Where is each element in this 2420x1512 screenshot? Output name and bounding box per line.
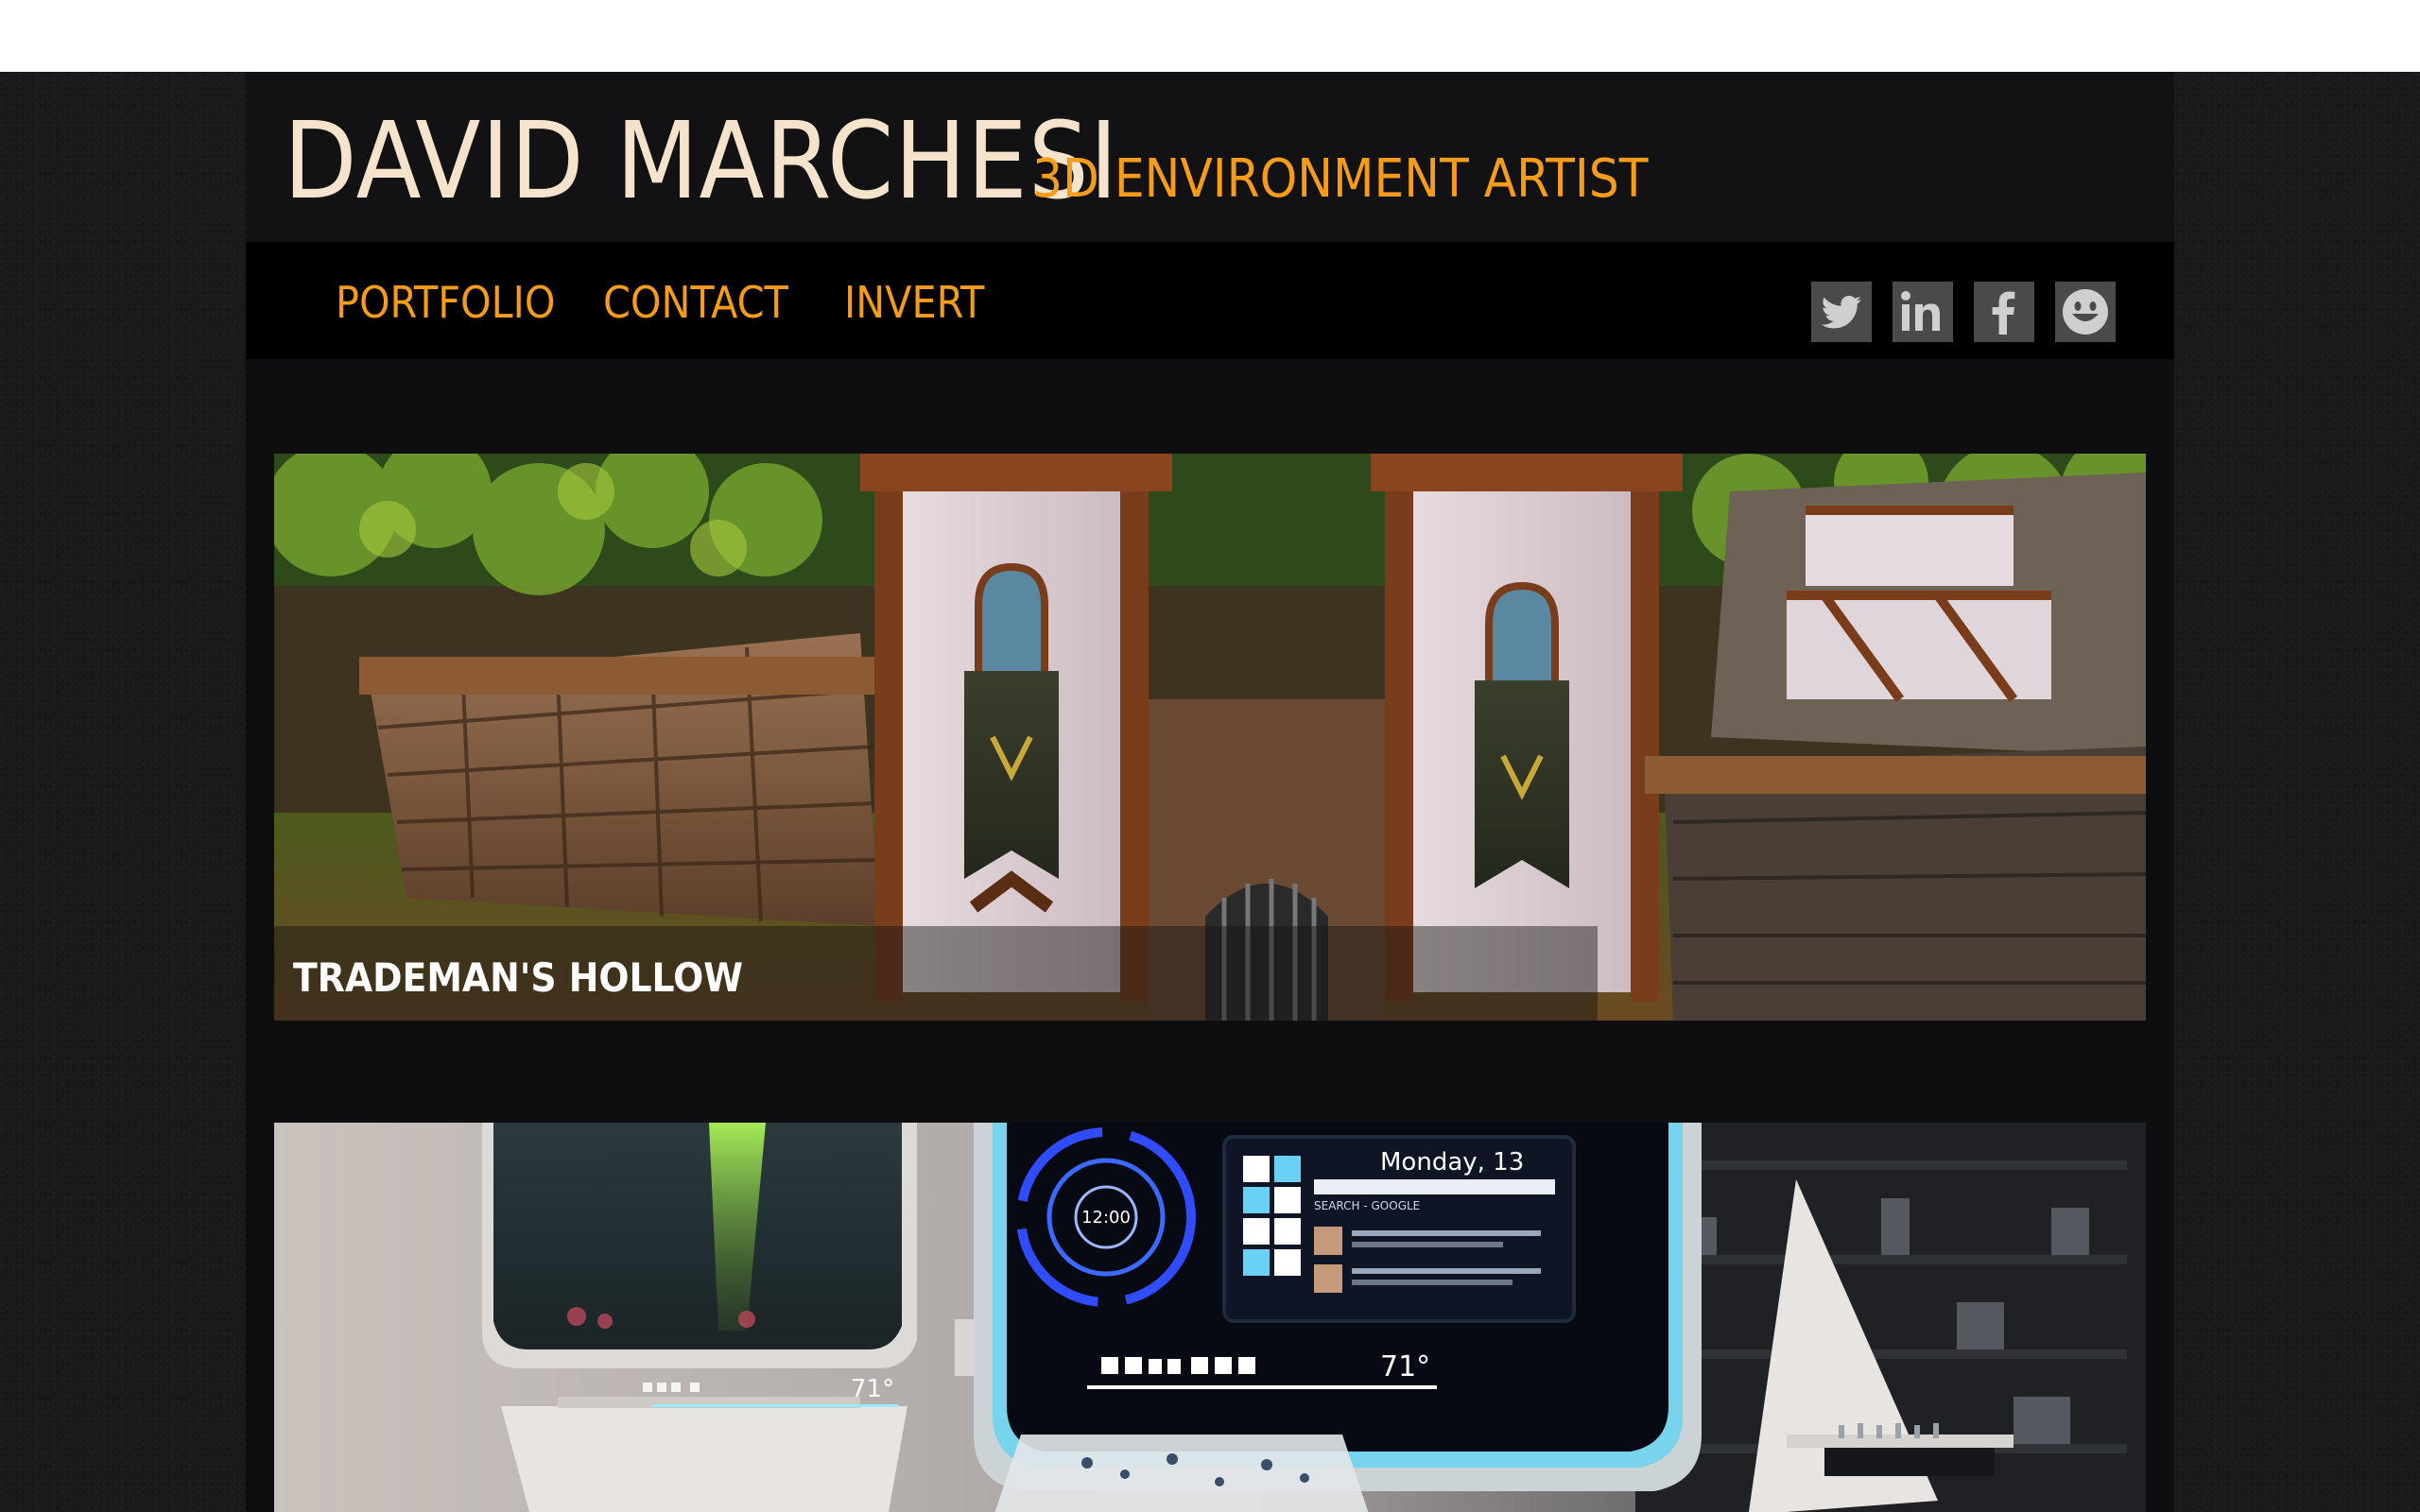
project-tile-scifi-room[interactable]: 71° 12:00 Monday, 13 SEARCH - GOOGLE 71° — [274, 1123, 2146, 1512]
site-name[interactable]: DAVID MARCHESI — [284, 109, 1118, 215]
nav-contact-link[interactable]: CONTACT — [603, 276, 788, 329]
svg-text:12:00: 12:00 — [1081, 1208, 1131, 1228]
svg-text:71°: 71° — [1380, 1350, 1430, 1383]
facebook-icon[interactable] — [1974, 282, 2034, 342]
project-tile-tradesmans-hollow[interactable]: TRADEMAN'S HOLLOW — [274, 454, 2146, 1021]
nav-portfolio-link[interactable]: PORTFOLIO — [336, 276, 555, 329]
svg-text:Monday, 13: Monday, 13 — [1380, 1148, 1524, 1177]
linkedin-icon[interactable] — [1893, 282, 1953, 342]
site-tagline: 3D ENVIRONMENT ARTIST — [1032, 148, 1649, 210]
svg-text:71°: 71° — [851, 1375, 894, 1403]
site-header: DAVID MARCHESI 3D ENVIRONMENT ARTIST — [246, 72, 2174, 242]
project-title[interactable]: TRADEMAN'S HOLLOW — [293, 954, 743, 1002]
browser-top-bar — [0, 0, 2420, 72]
twitter-icon[interactable] — [1811, 282, 1872, 342]
page-container: DAVID MARCHESI 3D ENVIRONMENT ARTIST POR… — [246, 72, 2174, 1512]
smiley-icon[interactable] — [2055, 282, 2116, 342]
nav-invert-link[interactable]: INVERT — [844, 276, 984, 329]
svg-text:SEARCH - GOOGLE: SEARCH - GOOGLE — [1314, 1199, 1420, 1212]
main-nav: PORTFOLIO CONTACT INVERT — [246, 242, 2174, 359]
project-image: 71° 12:00 Monday, 13 SEARCH - GOOGLE 71° — [274, 1123, 2146, 1512]
